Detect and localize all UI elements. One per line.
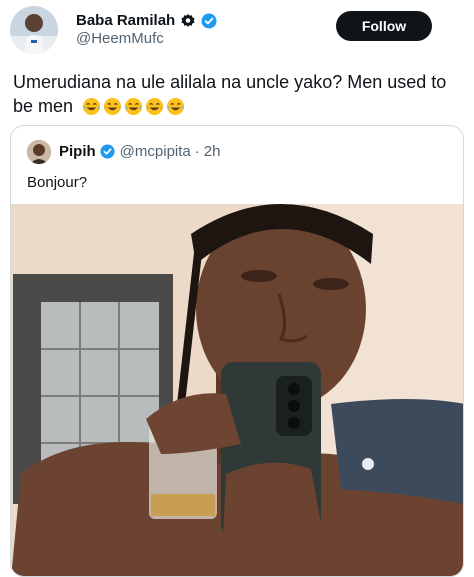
quoted-tweet-card[interactable]: Pipih @mcpipita · 2h Bonjour? [10, 125, 464, 577]
quoted-handle[interactable]: @mcpipita [120, 143, 191, 160]
quoted-display-name[interactable]: Pipih [59, 143, 96, 160]
follow-button[interactable]: Follow [336, 11, 432, 41]
author-display-name[interactable]: Baba Ramilah [76, 12, 175, 29]
tears-of-joy-emoji-icon [146, 97, 164, 116]
verified-badge-icon [201, 13, 217, 29]
verified-badge-icon [100, 143, 116, 160]
quoted-separator: · [194, 143, 200, 160]
quoted-header: Pipih @mcpipita · 2h [59, 143, 220, 160]
settings-badge-icon [180, 13, 196, 29]
quoted-author-avatar[interactable] [27, 140, 51, 164]
tweet-text: Umerudiana na ule alilala na uncle yako?… [13, 72, 447, 116]
tears-of-joy-emoji-icon [167, 97, 185, 116]
tweet-header: Baba Ramilah @HeemMufc Follow [0, 0, 474, 60]
author-name-row: Baba Ramilah [76, 12, 217, 29]
quoted-text: Bonjour? [27, 174, 88, 191]
quoted-photo[interactable] [11, 204, 463, 576]
author-handle[interactable]: @HeemMufc [76, 30, 164, 47]
emoji-row [82, 97, 185, 116]
author-avatar[interactable] [10, 6, 58, 54]
quoted-timestamp[interactable]: 2h [204, 143, 221, 160]
tears-of-joy-emoji-icon [125, 97, 143, 116]
tears-of-joy-emoji-icon [83, 97, 101, 116]
tears-of-joy-emoji-icon [104, 97, 122, 116]
tweet-body: Umerudiana na ule alilala na uncle yako?… [13, 70, 463, 118]
